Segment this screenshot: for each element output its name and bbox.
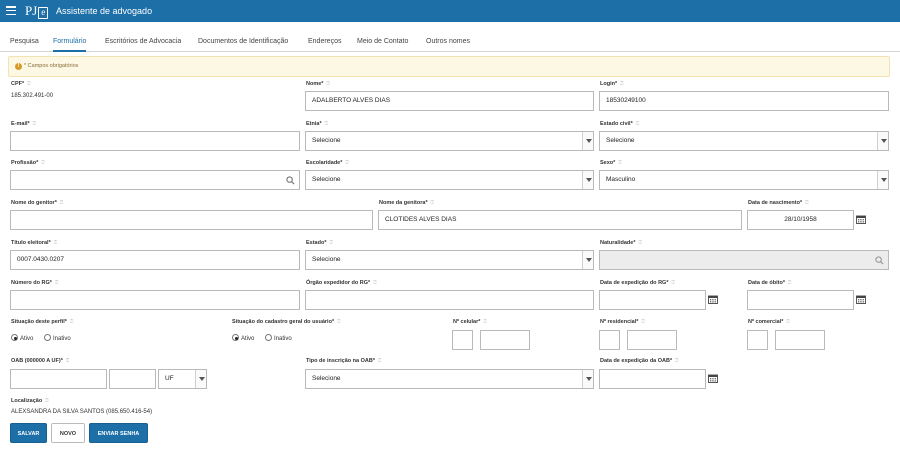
numero-rg-label: Número do RG* ⍰ [11, 280, 59, 286]
search-icon [875, 256, 884, 265]
nome-label: Nome* ⍰ [306, 81, 330, 87]
numero-rg-field[interactable] [10, 290, 300, 310]
nome-genitora-label: Nome da genitora* ⍰ [379, 200, 434, 206]
residencial-ddd-field[interactable] [599, 330, 620, 350]
exclamation-icon: ! [15, 63, 22, 70]
required-fields-alert: ! * Campos obrigatórios [8, 56, 890, 77]
email-label: E-mail* ⍰ [11, 121, 36, 127]
calendar-icon[interactable] [856, 295, 866, 304]
cpf-value: 185.302.491-00 [11, 93, 54, 99]
oab-number-field[interactable] [10, 369, 107, 389]
tipo-inscricao-label: Tipo de inscrição na OAB* ⍰ [306, 358, 382, 364]
situacao-cadastro-inativo-radio[interactable]: Inativo [265, 334, 292, 342]
chevron-down-icon [582, 132, 593, 150]
calendar-icon[interactable] [708, 374, 718, 383]
comercial-ddd-field[interactable] [747, 330, 768, 350]
estado-civil-select[interactable]: Selecione [599, 131, 889, 151]
celular-ddd-field[interactable] [452, 330, 473, 350]
calendar-icon[interactable] [708, 295, 718, 304]
estado-civil-label: Estado civil* ⍰ [600, 121, 640, 127]
chevron-down-icon [877, 171, 888, 189]
oab-uf-select[interactable]: UF [158, 369, 207, 389]
chevron-down-icon [582, 251, 593, 269]
tab-meio-contato[interactable]: Meio de Contato [357, 33, 408, 52]
comercial-number-field[interactable] [775, 330, 825, 350]
tab-escritorios[interactable]: Escritórios de Advocacia [105, 33, 181, 52]
celular-number-field[interactable] [480, 330, 530, 350]
salvar-button[interactable]: SALVAR [10, 423, 47, 443]
app-title: Assistente de advogado [56, 6, 153, 16]
chevron-down-icon [877, 132, 888, 150]
data-exp-oab-field[interactable] [599, 369, 706, 389]
oab-label: OAB (000000 A UF)* ⍰ [11, 358, 70, 364]
profissao-label: Profissão* ⍰ [11, 160, 45, 166]
localizacao-label: Localização ⍰ [11, 398, 49, 404]
data-nascimento-label: Data de nascimento* ⍰ [748, 200, 809, 206]
data-exp-rg-field[interactable] [599, 290, 706, 310]
titulo-eleitoral-field[interactable]: 0007.0430.0207 [10, 250, 300, 270]
top-bar: PJ e Assistente de advogado [0, 0, 900, 22]
cpf-label: CPF* ⍰ [11, 81, 31, 87]
titulo-eleitoral-label: Título eleitoral* ⍰ [11, 240, 58, 246]
chevron-down-icon [582, 171, 593, 189]
situacao-perfil-label: Situação deste perfil* ⍰ [11, 319, 74, 325]
estado-label: Estado* ⍰ [306, 240, 333, 246]
oab-letter-field[interactable] [109, 369, 156, 389]
situacao-perfil-ativo-radio[interactable]: Ativo [11, 334, 33, 342]
alert-text: * Campos obrigatórios [24, 63, 79, 69]
login-field[interactable]: 18530249100 [599, 91, 889, 111]
situacao-cadastro-ativo-radio[interactable]: Ativo [232, 334, 254, 342]
data-obito-label: Data de óbito* ⍰ [748, 280, 792, 286]
chevron-down-icon [195, 370, 206, 388]
tab-enderecos[interactable]: Endereços [308, 33, 341, 52]
nome-genitor-label: Nome do genitor* ⍰ [11, 200, 64, 206]
profissao-field[interactable] [10, 170, 300, 190]
tab-outros-nomes[interactable]: Outros nomes [426, 33, 470, 52]
search-icon[interactable] [286, 176, 295, 185]
email-field[interactable] [10, 131, 300, 151]
tab-pesquisa[interactable]: Pesquisa [10, 33, 39, 52]
data-exp-oab-label: Data de expedição da OAB* ⍰ [600, 358, 679, 364]
situacao-perfil-inativo-radio[interactable]: Inativo [44, 334, 71, 342]
login-label: Login* ⍰ [600, 81, 624, 87]
novo-button[interactable]: NOVO [51, 423, 85, 443]
nome-genitora-field[interactable]: CLOTIDES ALVES DIAS [378, 210, 742, 230]
nome-genitor-field[interactable] [10, 210, 373, 230]
naturalidade-field [599, 250, 889, 270]
sexo-select[interactable]: Masculino [599, 170, 889, 190]
data-obito-field[interactable] [747, 290, 854, 310]
sexo-label: Sexo* ⍰ [600, 160, 622, 166]
tab-formulario[interactable]: Formulário [53, 33, 87, 52]
celular-label: Nº celular* ⍰ [453, 319, 487, 325]
pje-logo: PJ e [25, 3, 49, 19]
orgao-rg-field[interactable] [305, 290, 594, 310]
chevron-down-icon [582, 370, 593, 388]
localizacao-value: ALEXSANDRA DA SILVA SANTOS (085.650.416-… [11, 409, 153, 415]
etnia-select[interactable]: Selecione [305, 131, 594, 151]
nome-field[interactable]: ADALBERTO ALVES DIAS [305, 91, 594, 111]
comercial-label: Nº comercial* ⍰ [748, 319, 790, 325]
enviar-senha-button[interactable]: ENVIAR SENHA [89, 423, 148, 443]
tab-documentos[interactable]: Documentos de Identificação [198, 33, 288, 52]
etnia-label: Etnia* ⍰ [306, 121, 328, 127]
tipo-inscricao-select[interactable]: Selecione [305, 369, 594, 389]
residencial-number-field[interactable] [627, 330, 677, 350]
situacao-cadastro-label: Situação do cadastro geral do usuário* ⍰ [232, 319, 341, 325]
orgao-rg-label: Órgão expedidor do RG* ⍰ [306, 280, 377, 286]
escolaridade-label: Escolaridade* ⍰ [306, 160, 349, 166]
estado-select[interactable]: Selecione [305, 250, 594, 270]
naturalidade-label: Naturalidade* ⍰ [600, 240, 642, 246]
calendar-icon[interactable] [856, 215, 866, 224]
escolaridade-select[interactable]: Selecione [305, 170, 594, 190]
residencial-label: Nº residencial* ⍰ [600, 319, 645, 325]
data-nascimento-field[interactable]: 28/10/1958 [747, 210, 854, 230]
menu-icon[interactable] [6, 6, 16, 16]
tab-bar: Pesquisa Formulário Escritórios de Advoc… [0, 33, 900, 52]
data-exp-rg-label: Data de expedição do RG* ⍰ [600, 280, 675, 286]
